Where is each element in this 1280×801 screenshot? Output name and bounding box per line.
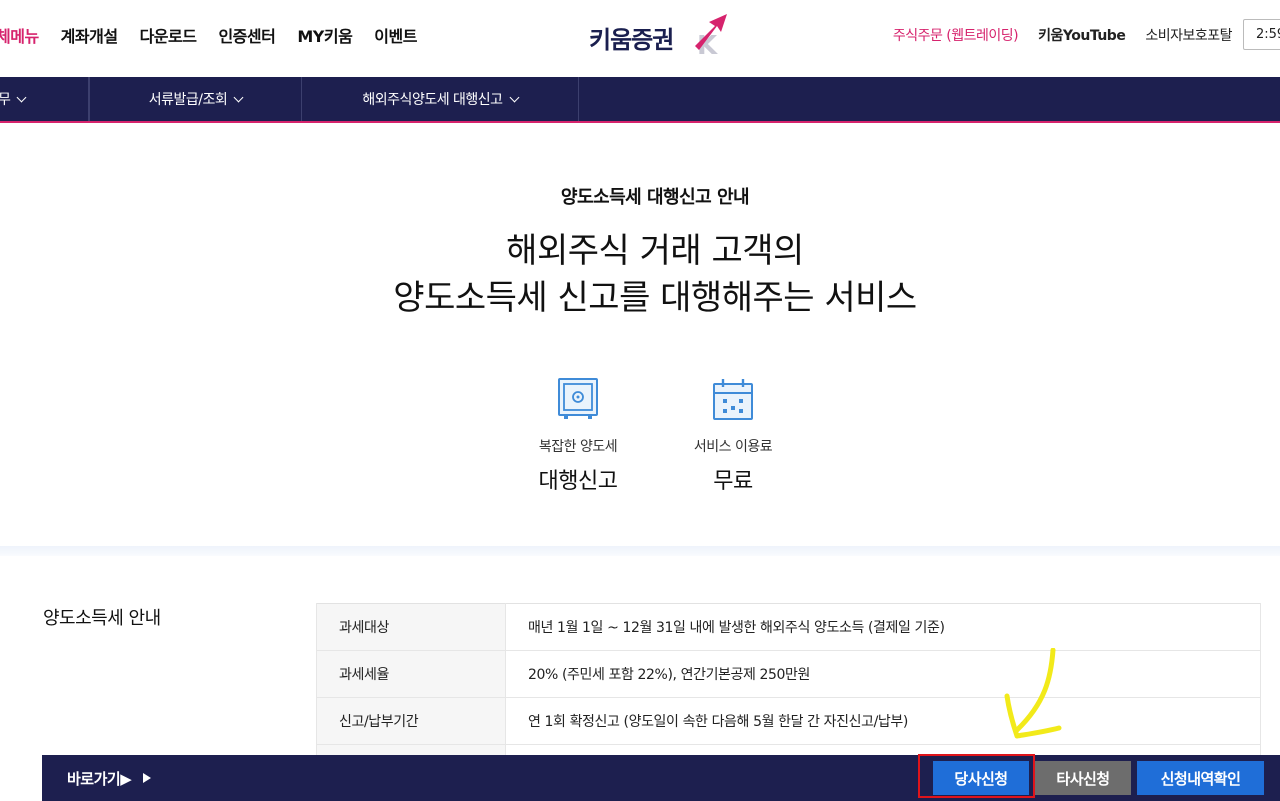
row-label: 신고/납부기간 — [317, 698, 506, 745]
nav-menu-documents-label: 서류발급/조회 — [149, 89, 228, 109]
feature-proxy-filing: 복잡한 양도세 대행신고 — [508, 376, 648, 495]
chevron-down-icon — [234, 92, 244, 102]
nav-menu-1-label: 무 — [0, 89, 10, 109]
hero-title: 해외주식 거래 고객의 양도소득세 신고를 대행해주는 서비스 — [0, 228, 1280, 322]
table-row: 과세대상 매년 1월 1일 ~ 12월 31일 내에 발생한 해외주식 양도소득… — [317, 604, 1261, 651]
safe-icon — [556, 376, 600, 422]
table-row: 과세세율 20% (주민세 포함 22%), 연간기본공제 250만원 — [317, 651, 1261, 698]
web-trading-link[interactable]: 주식주문 (웹트레이딩) — [893, 25, 1018, 45]
feature-free-service: 서비스 이용료 무료 — [663, 376, 803, 495]
logo-arrow-icon: K — [689, 12, 731, 56]
section-heading: 양도소득세 안내 — [43, 604, 161, 630]
top-nav-my-kiwoom[interactable]: MY키움 — [297, 23, 352, 47]
top-nav: 체메뉴 계좌개설 다운로드 인증센터 MY키움 이벤트 — [0, 22, 439, 48]
annotation-arrow-icon — [995, 648, 1070, 748]
consumer-portal-link[interactable]: 소비자보호포탈 — [1145, 25, 1232, 45]
top-nav-cert-center[interactable]: 인증센터 — [218, 23, 275, 47]
row-value: 매년 1월 1일 ~ 12월 31일 내에 발생한 해외주식 양도소득 (결제일… — [506, 604, 1261, 651]
feature-1-sub: 복잡한 양도세 — [508, 436, 648, 456]
row-label: 과세대상 — [317, 604, 506, 651]
hero-title-line-2: 양도소득세 신고를 대행해주는 서비스 — [0, 275, 1280, 322]
youtube-link[interactable]: 키움YouTube — [1038, 25, 1125, 45]
logo-text: 키움증권 — [589, 20, 673, 55]
nav-menu-documents[interactable]: 서류발급/조회 — [89, 77, 302, 121]
nav-menu-overseas-tax-label: 해외주식양도세 대행신고 — [362, 89, 502, 109]
feature-2-sub: 서비스 이용료 — [663, 436, 803, 456]
highlight-box — [918, 754, 1035, 798]
calendar-icon — [711, 376, 755, 422]
util-nav: 주식주문 (웹트레이딩) 키움YouTube 소비자보호포탈 — [873, 22, 1232, 48]
row-value: 20% (주민세 포함 22%), 연간기본공제 250만원 — [506, 651, 1261, 698]
top-nav-account-open[interactable]: 계좌개설 — [61, 23, 118, 47]
section-divider — [0, 546, 1280, 556]
quick-link-label-text: 바로가기▶ — [67, 768, 131, 789]
chevron-down-icon — [509, 92, 519, 102]
chevron-down-icon — [17, 92, 27, 102]
top-nav-all-menu[interactable]: 체메뉴 — [0, 23, 39, 47]
feature-2-main: 무료 — [663, 463, 803, 495]
feature-1-main: 대행신고 — [508, 463, 648, 495]
row-label: 과세세율 — [317, 651, 506, 698]
table-row: 신고/납부기간 연 1회 확정신고 (양도일이 속한 다음해 5월 한달 간 자… — [317, 698, 1261, 745]
nav-menu-1[interactable]: 무 — [0, 77, 89, 121]
row-value: 연 1회 확정신고 (양도일이 속한 다음해 5월 한달 간 자진신고/납부) — [506, 698, 1261, 745]
sub-navbar: 무 서류발급/조회 해외주식양도세 대행신고 — [0, 77, 1280, 123]
kiwoom-logo[interactable]: 키움증권 K — [589, 12, 734, 56]
nav-menu-overseas-tax[interactable]: 해외주식양도세 대행신고 — [302, 77, 579, 121]
top-nav-download[interactable]: 다운로드 — [140, 23, 197, 47]
quick-link-label: 바로가기▶ — [67, 755, 151, 801]
top-header: 체메뉴 계좌개설 다운로드 인증센터 MY키움 이벤트 키움증권 K 주식주문 … — [0, 0, 1280, 77]
session-timer[interactable]: 2:59 — [1243, 19, 1280, 50]
top-nav-event[interactable]: 이벤트 — [374, 23, 417, 47]
quick-link-bar: 바로가기▶ 당사신청 타사신청 신청내역확인 — [42, 755, 1280, 801]
check-history-button[interactable]: 신청내역확인 — [1137, 761, 1264, 795]
play-arrow-icon — [143, 773, 151, 783]
hero-kicker: 양도소득세 대행신고 안내 — [0, 183, 1280, 209]
hero-title-line-1: 해외주식 거래 고객의 — [0, 228, 1280, 275]
apply-other-button[interactable]: 타사신청 — [1035, 761, 1131, 795]
